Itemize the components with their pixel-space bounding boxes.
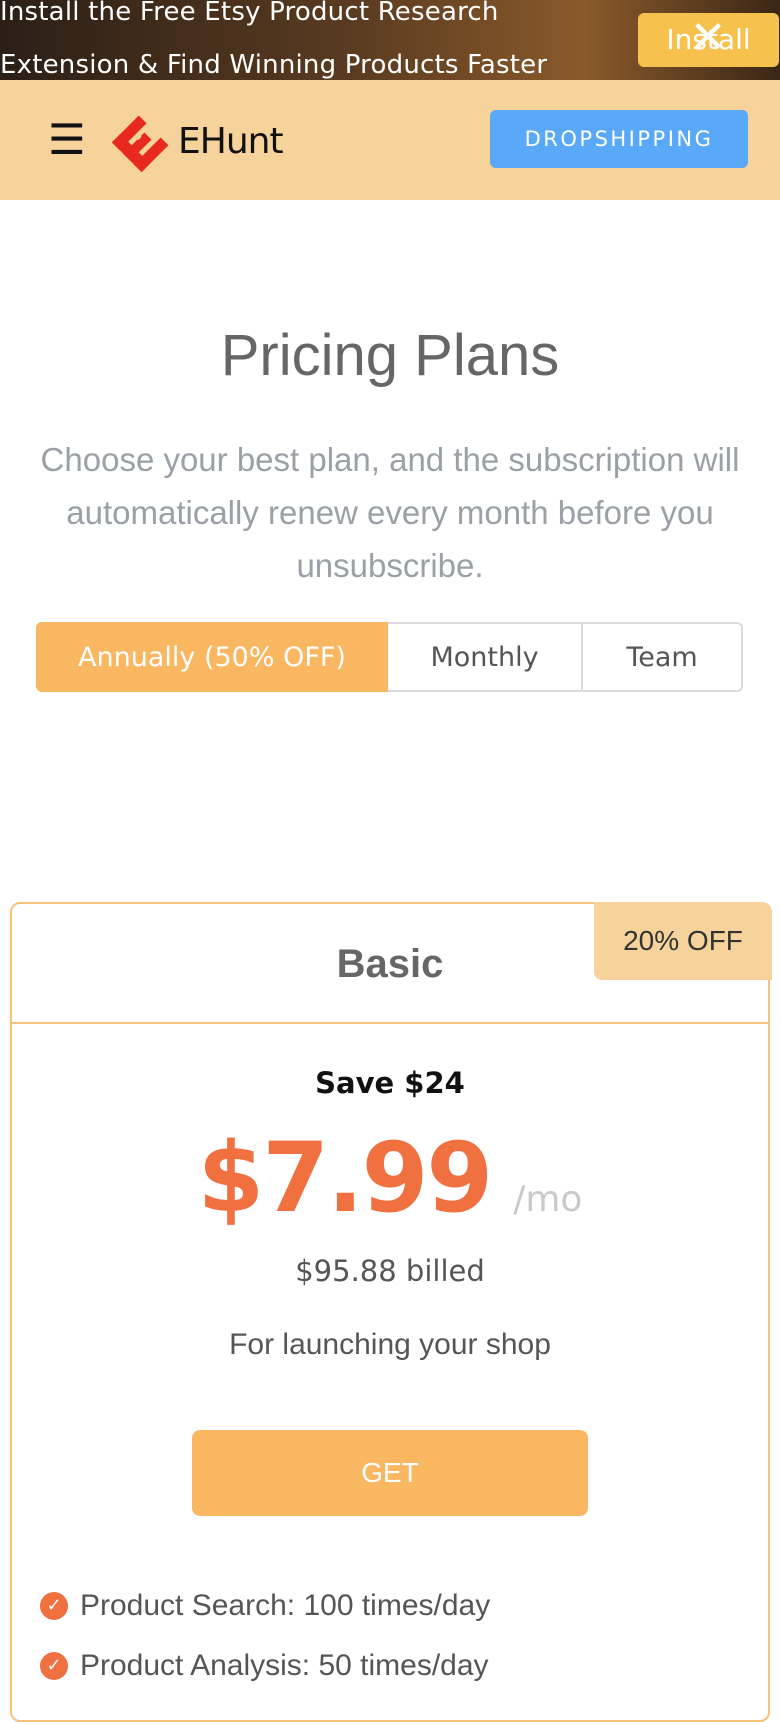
promo-banner: Install the Free Etsy Product Research E… <box>0 0 780 80</box>
close-icon[interactable]: ✕ <box>688 16 728 60</box>
billed-amount: $95.88 billed <box>295 1254 485 1288</box>
feature-text: Product Analysis: 50 times/day <box>80 1649 489 1682</box>
billing-period-tabs: Annually (50% OFF) Monthly Team <box>36 622 743 692</box>
price-period: /mo <box>513 1179 583 1220</box>
feature-text: Product Search: 100 times/day <box>80 1589 491 1622</box>
page-title: Pricing Plans <box>220 323 560 388</box>
feature-list: ✓ Product Search: 100 times/day ✓ Produc… <box>40 1576 760 1696</box>
tab-team[interactable]: Team <box>583 622 743 692</box>
logo[interactable]: EHunt <box>112 110 284 172</box>
dropshipping-button[interactable]: DROPSHIPPING <box>490 110 748 168</box>
price-row: $7.99/mo <box>12 1122 768 1234</box>
discount-badge: 20% OFF <box>594 902 772 980</box>
plan-tagline: For launching your shop <box>229 1328 551 1361</box>
logo-mark-icon <box>112 115 169 172</box>
check-icon: ✓ <box>40 1592 68 1620</box>
tab-monthly[interactable]: Monthly <box>388 622 583 692</box>
price: $7.99 <box>197 1122 494 1234</box>
savings-text: Save $24 <box>315 1066 465 1100</box>
site-header: ☰ EHunt DROPSHIPPING <box>0 80 780 200</box>
list-item: ✓ Product Search: 100 times/day <box>40 1576 760 1636</box>
plan-card-basic: Basic 20% OFF Save $24 $7.99/mo $95.88 b… <box>10 902 772 1722</box>
logo-text: EHunt <box>178 120 284 162</box>
get-plan-button[interactable]: GET <box>192 1430 588 1516</box>
tab-annually[interactable]: Annually (50% OFF) <box>36 622 388 692</box>
page-subtitle: Choose your best plan, and the subscript… <box>40 441 740 584</box>
check-icon: ✓ <box>40 1652 68 1680</box>
promo-text: Install the Free Etsy Product Research E… <box>0 0 548 80</box>
menu-icon[interactable]: ☰ <box>48 116 86 164</box>
list-item: ✓ Product Analysis: 50 times/day <box>40 1636 760 1696</box>
